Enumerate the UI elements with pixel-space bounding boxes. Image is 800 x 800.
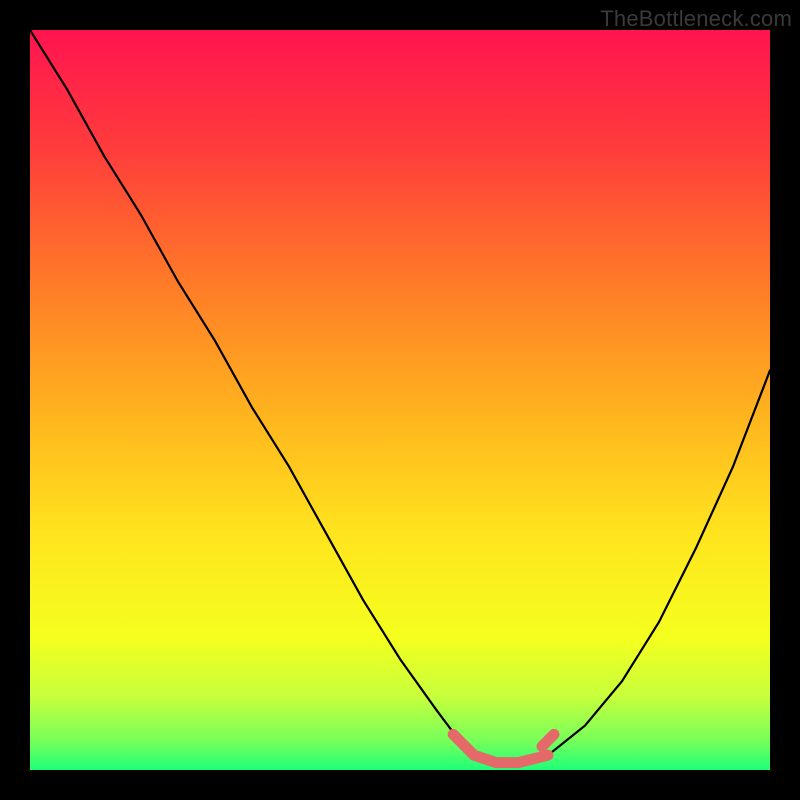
plot-area	[30, 30, 770, 770]
watermark-text: TheBottleneck.com	[600, 6, 792, 32]
background-gradient	[30, 30, 770, 770]
chart-container: TheBottleneck.com	[0, 0, 800, 800]
